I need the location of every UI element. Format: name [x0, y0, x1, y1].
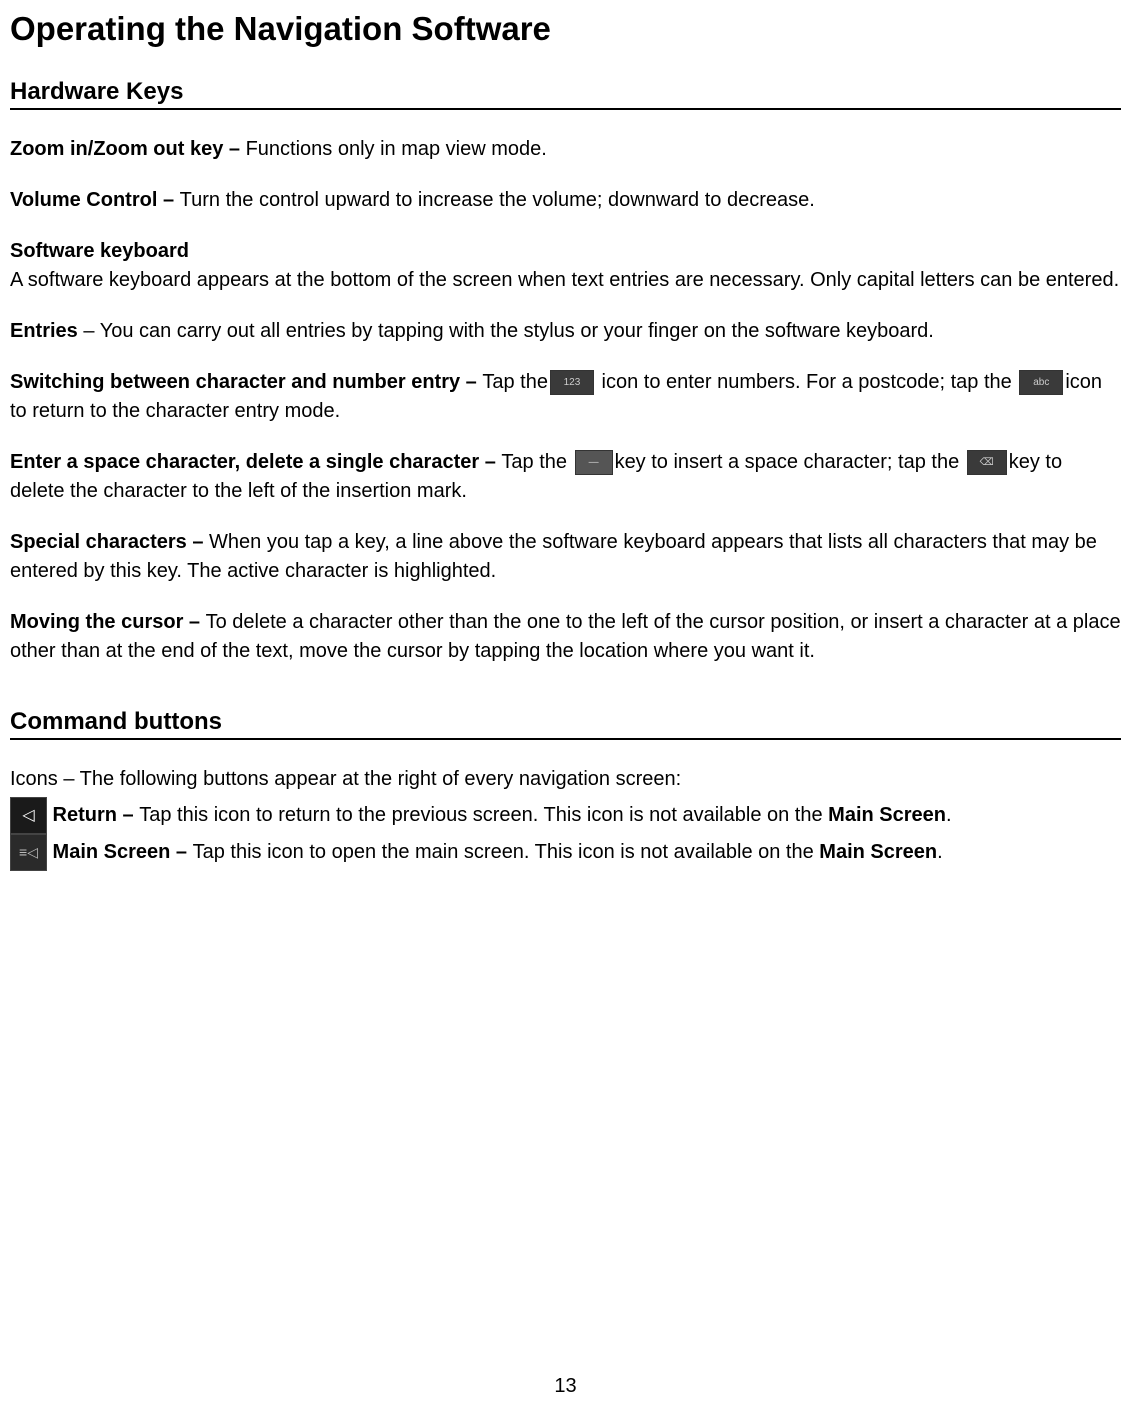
section-hardware-keys: Hardware Keys: [10, 78, 1121, 110]
section-command-buttons: Command buttons: [10, 708, 1121, 740]
text-space-2: key to insert a space character; tap the: [615, 451, 965, 473]
text-entries: You can carry out all entries by tapping…: [100, 320, 934, 342]
text-volume: Turn the control upward to increase the …: [180, 189, 815, 211]
mainscreen-ref-2: Main Screen: [819, 841, 937, 863]
text-switching-1: Tap the: [482, 371, 548, 393]
para-switching: Switching between character and number e…: [10, 368, 1121, 426]
label-entries: Entries: [10, 320, 78, 342]
para-return: ◁ Return – Tap this icon to return to th…: [10, 797, 1121, 834]
label-return: Return –: [47, 804, 139, 826]
period-return: .: [946, 804, 952, 826]
text-zoom: Functions only in map view mode.: [246, 138, 547, 160]
label-volume: Volume Control –: [10, 189, 180, 211]
label-switching: Switching between character and number e…: [10, 371, 482, 393]
label-zoom: Zoom in/Zoom out key –: [10, 138, 246, 160]
text-mainscreen: Tap this icon to open the main screen. T…: [193, 841, 820, 863]
para-cursor: Moving the cursor – To delete a characte…: [10, 608, 1121, 666]
number-mode-icon: 123: [550, 370, 594, 395]
return-icon: ◁: [10, 797, 47, 834]
label-cursor: Moving the cursor –: [10, 611, 206, 633]
para-softkbd: Software keyboard A software keyboard ap…: [10, 237, 1121, 295]
para-volume: Volume Control – Turn the control upward…: [10, 186, 1121, 215]
para-mainscreen: ≡◁ Main Screen – Tap this icon to open t…: [10, 834, 1121, 871]
character-mode-icon: abc: [1019, 370, 1063, 395]
backspace-key-icon: ⌫: [967, 450, 1007, 475]
mainscreen-ref-1: Main Screen: [828, 804, 946, 826]
label-mainscreen: Main Screen –: [47, 841, 193, 863]
para-icons-intro: Icons – The following buttons appear at …: [10, 765, 1121, 794]
label-special: Special characters –: [10, 531, 209, 553]
para-entries: Entries – You can carry out all entries …: [10, 317, 1121, 346]
text-softkbd: A software keyboard appears at the botto…: [10, 269, 1119, 291]
text-return: Tap this icon to return to the previous …: [139, 804, 828, 826]
period-mainscreen: .: [937, 841, 943, 863]
para-special: Special characters – When you tap a key,…: [10, 528, 1121, 586]
para-zoom: Zoom in/Zoom out key – Functions only in…: [10, 135, 1121, 164]
text-space-1: Tap the: [501, 451, 572, 473]
text-switching-2: icon to enter numbers. For a postcode; t…: [596, 371, 1017, 393]
label-softkbd: Software keyboard: [10, 240, 189, 262]
space-key-icon: —: [575, 450, 613, 475]
para-space: Enter a space character, delete a single…: [10, 448, 1121, 506]
main-screen-icon: ≡◁: [10, 834, 47, 871]
label-space: Enter a space character, delete a single…: [10, 451, 501, 473]
page-title: Operating the Navigation Software: [10, 10, 1121, 48]
page-number: 13: [0, 1375, 1131, 1398]
dash-entries: –: [78, 320, 100, 342]
